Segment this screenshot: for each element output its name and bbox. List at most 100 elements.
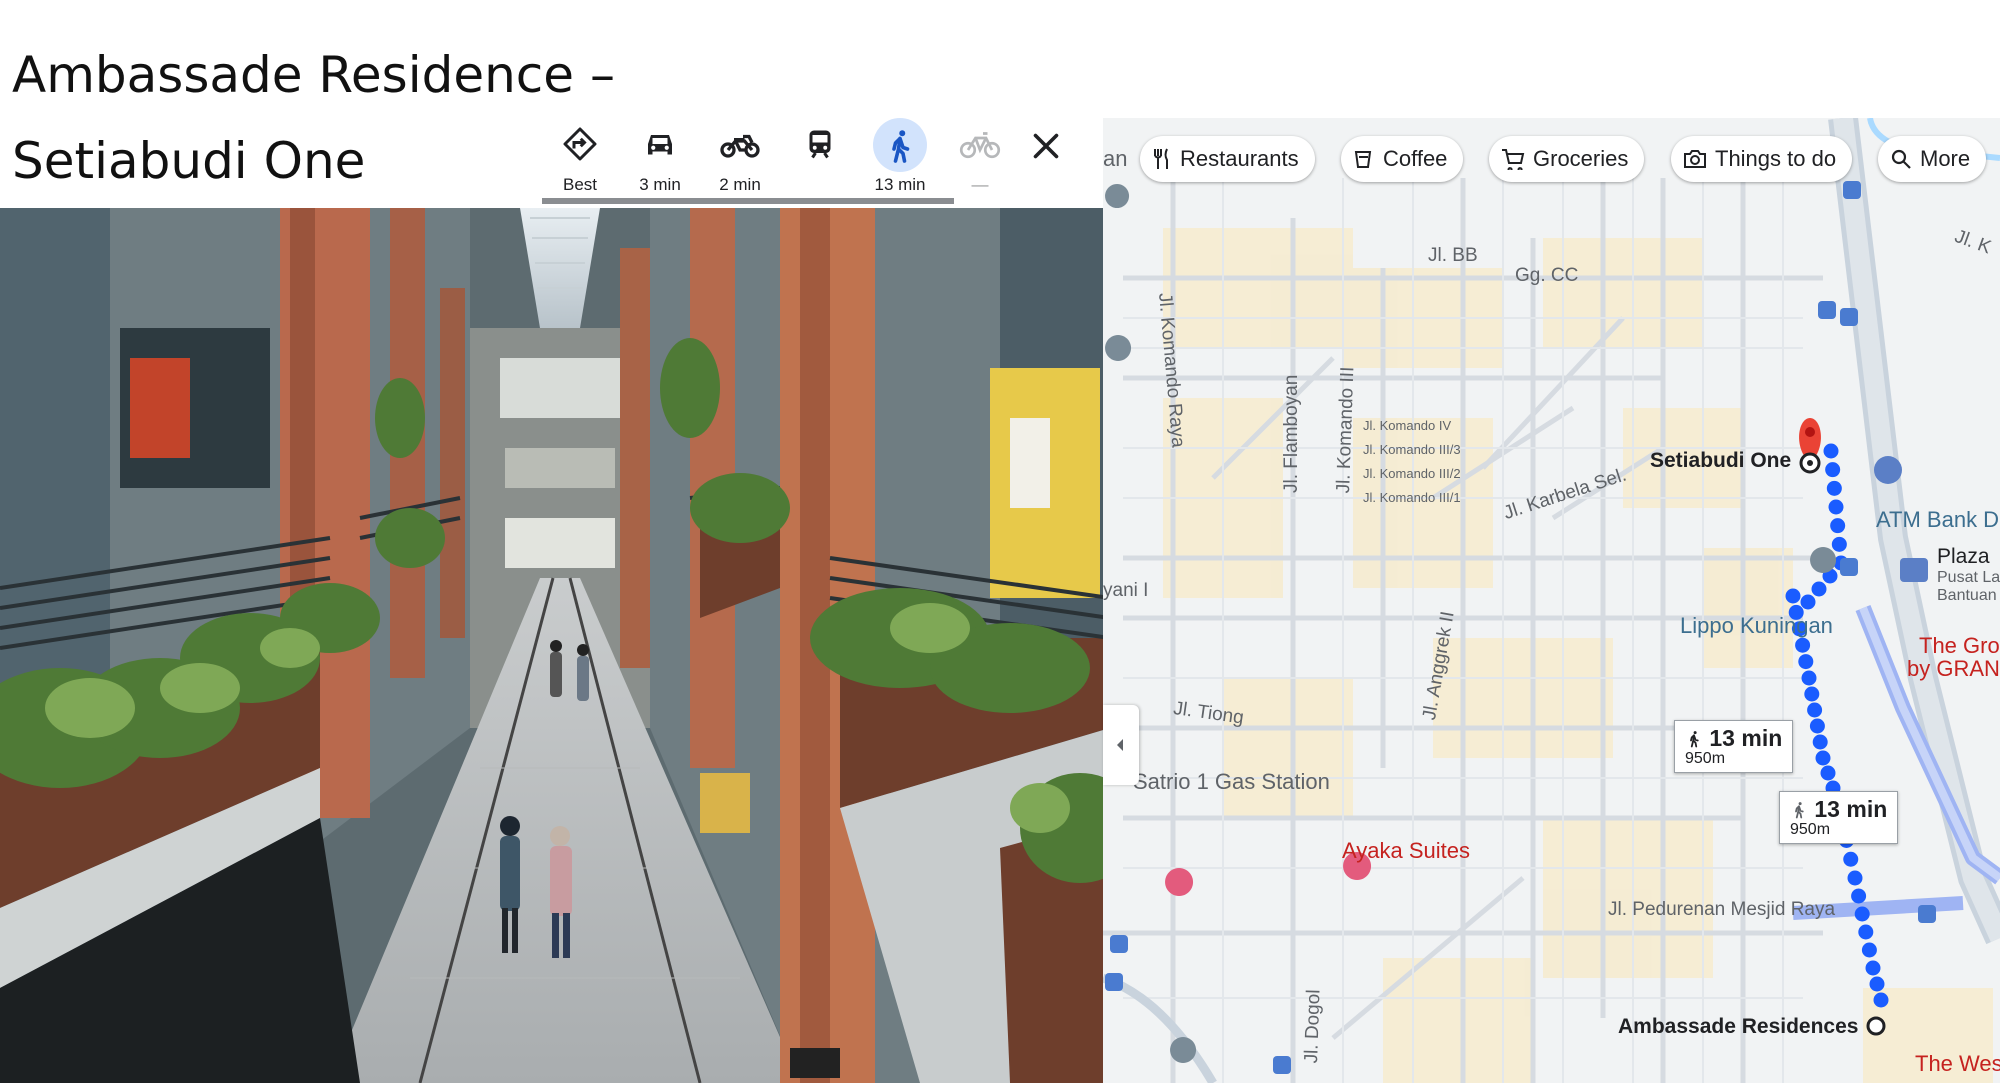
mode-motorcycle-label: 2 min xyxy=(719,175,761,194)
street-flamboyan: Jl. Flamboyan xyxy=(1281,374,1302,493)
mode-best-label: Best xyxy=(562,175,598,194)
callout-primary-distance: 950m xyxy=(1685,750,1726,767)
route-dot xyxy=(1873,992,1889,1008)
chip-groceries[interactable]: Groceries xyxy=(1489,136,1645,182)
travel-mode-bar: Best 3 min 2 min 13 min — xyxy=(540,118,1030,208)
route-dot xyxy=(1820,765,1836,781)
route-dot xyxy=(1828,499,1844,515)
route-dot xyxy=(1804,686,1820,702)
chip-groceries-label: Groceries xyxy=(1533,146,1629,171)
collapse-panel-button[interactable] xyxy=(1103,705,1139,785)
car-icon xyxy=(648,135,672,155)
route-dot xyxy=(1831,536,1847,552)
mode-walk[interactable]: 13 min xyxy=(860,118,940,198)
route-callout-primary[interactable]: 13 min 950m xyxy=(1674,720,1794,773)
route-dot xyxy=(1798,654,1814,670)
route-dot xyxy=(1795,637,1811,653)
route-dot xyxy=(1812,734,1828,750)
walk-icon xyxy=(892,130,910,163)
route-dot xyxy=(1865,960,1881,976)
mode-bike[interactable]: — xyxy=(940,118,1020,198)
street-dogol: Jl. Dogol xyxy=(1301,989,1325,1064)
route-dot xyxy=(1851,888,1867,904)
chip-things-to-do[interactable]: Things to do xyxy=(1671,136,1853,182)
route-dot xyxy=(1858,924,1874,940)
street-cc: Gg. CC xyxy=(1515,265,1579,286)
setiabudi-atrium-photo xyxy=(0,208,1110,1083)
mode-drive[interactable]: 3 min xyxy=(620,118,700,198)
route-dot xyxy=(1830,518,1846,534)
fork-knife-icon xyxy=(1154,148,1168,169)
place-gas-station[interactable]: Satrio 1 Gas Station xyxy=(1133,769,1330,795)
route-dot xyxy=(1800,594,1816,610)
mode-bike-label: — xyxy=(971,175,989,194)
coffee-icon xyxy=(1354,151,1372,168)
map-canvas xyxy=(1103,118,2000,1083)
place-lippo-kuningan[interactable]: Lippo Kuningan xyxy=(1680,613,1833,639)
chip-more[interactable]: More xyxy=(1878,136,1987,182)
place-ambassade-residences[interactable]: Ambassade Residences xyxy=(1618,1015,1858,1039)
walk-icon xyxy=(1795,801,1804,818)
chevron-left-icon xyxy=(1117,739,1123,751)
street-pedurenan: Jl. Pedurenan Mesjid Raya xyxy=(1608,899,1836,920)
callout-alternate-distance: 950m xyxy=(1790,821,1831,838)
slide-title-line2: Setiabudi One xyxy=(12,132,366,190)
slide-title-line1: Ambassade Residence – xyxy=(12,46,615,104)
place-bantuan: Bantuan xyxy=(1937,587,1997,604)
route-dot xyxy=(1815,750,1831,766)
route-dot xyxy=(1823,443,1839,459)
chip-things-to-do-label: Things to do xyxy=(1715,146,1837,171)
train-icon xyxy=(809,130,831,159)
route-dot xyxy=(1807,702,1823,718)
street-komando-iii: Jl. Komando III xyxy=(1333,366,1359,494)
mode-drive-label: 3 min xyxy=(639,175,681,194)
mode-walk-label: 13 min xyxy=(874,175,926,194)
chip-prefix-text: an xyxy=(1103,146,1128,171)
street-bb: Jl. BB xyxy=(1428,245,1478,266)
place-grove-grand: by GRAND xyxy=(1907,656,2000,681)
chip-coffee[interactable]: Coffee xyxy=(1341,136,1464,182)
place-setiabudi-one[interactable]: Setiabudi One xyxy=(1650,449,1791,473)
street-komando-iv: Jl. Komando IV xyxy=(1363,418,1452,433)
street-yani: yani I xyxy=(1103,580,1149,601)
directions-icon xyxy=(563,127,597,161)
close-icon[interactable] xyxy=(1028,128,1064,164)
chip-restaurants-label: Restaurants xyxy=(1180,146,1299,171)
route-dot xyxy=(1869,976,1885,992)
route-dot xyxy=(1861,942,1877,958)
route-dot xyxy=(1811,581,1827,597)
place-the-west[interactable]: The Wes xyxy=(1915,1051,2000,1077)
search-icon xyxy=(1891,149,1911,169)
route-dot xyxy=(1854,906,1870,922)
motorcycle-icon xyxy=(720,134,760,158)
route-dot xyxy=(1809,718,1825,734)
route-dot xyxy=(1825,462,1841,478)
street-komando-iii1: Jl. Komando III/1 xyxy=(1363,490,1461,505)
place-ayaka-suites[interactable]: Ayaka Suites xyxy=(1342,838,1470,864)
route-dot xyxy=(1801,670,1817,686)
mode-tab-indicator xyxy=(542,198,954,204)
route-dot xyxy=(1843,851,1859,867)
place-pusat: Pusat La xyxy=(1937,569,2000,586)
callout-primary-time: 13 min xyxy=(1709,725,1783,751)
route-dot xyxy=(1826,480,1842,496)
street-komando-iii2: Jl. Komando III/2 xyxy=(1363,466,1461,481)
walk-icon xyxy=(1690,730,1699,747)
map-view[interactable]: an Restaurants Coffee Groceries Things t… xyxy=(1103,118,2000,1083)
callout-alternate-time: 13 min xyxy=(1814,796,1888,822)
mode-best[interactable]: Best xyxy=(540,118,620,198)
mode-motorcycle[interactable]: 2 min xyxy=(700,118,780,198)
place-atm-bank[interactable]: ATM Bank D xyxy=(1876,507,1999,533)
camera-icon xyxy=(1684,150,1706,168)
route-callout-alternate[interactable]: 13 min 950m xyxy=(1779,791,1899,844)
chip-coffee-label: Coffee xyxy=(1383,146,1448,171)
street-komando-iii3: Jl. Komando III/3 xyxy=(1363,442,1461,457)
chip-restaurants[interactable]: Restaurants xyxy=(1140,136,1315,182)
route-dot xyxy=(1847,870,1863,886)
bicycle-icon xyxy=(959,132,1001,159)
place-plaza[interactable]: Plaza xyxy=(1937,545,1990,569)
chip-more-label: More xyxy=(1920,146,1971,171)
cart-icon xyxy=(1502,149,1525,170)
mode-transit[interactable] xyxy=(780,118,860,198)
route-dot xyxy=(1785,588,1801,604)
